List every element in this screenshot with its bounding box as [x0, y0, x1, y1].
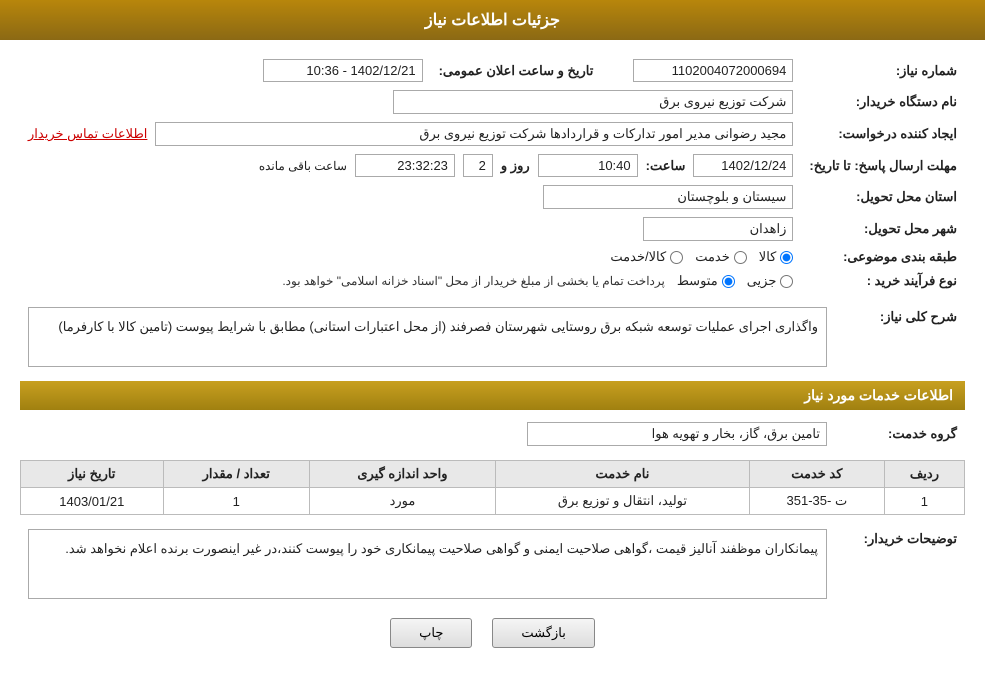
- buyer-name-label: نام دستگاه خریدار:: [801, 86, 965, 118]
- back-button[interactable]: بازگشت: [492, 618, 594, 648]
- category-option-kala-khedmat[interactable]: کالا/خدمت: [610, 249, 683, 265]
- response-time: 10:40: [538, 154, 638, 177]
- response-days: 2: [463, 154, 493, 177]
- services-section-title: اطلاعات خدمات مورد نیاز: [20, 381, 965, 410]
- col-date: تاریخ نیاز: [21, 461, 164, 488]
- response-date: 1402/12/24: [693, 154, 793, 177]
- col-qty: تعداد / مقدار: [163, 461, 309, 488]
- response-day-label: روز و: [501, 158, 530, 174]
- notes-content: پیمانکاران موظفند آنالیز قیمت ،گواهی صلا…: [28, 529, 827, 599]
- description-label: شرح کلی نیاز:: [835, 303, 965, 371]
- need-number-value: 1102004072000694: [633, 59, 793, 82]
- category-label: طبقه بندی موضوعی:: [801, 245, 965, 269]
- process-note: پرداخت تمام یا بخشی از مبلغ خریدار از مح…: [282, 274, 665, 288]
- publish-label: تاریخ و ساعت اعلان عمومی:: [431, 55, 602, 86]
- print-button[interactable]: چاپ: [390, 618, 472, 648]
- response-time-label: ساعت:: [646, 158, 686, 174]
- city-value: زاهدان: [643, 217, 793, 241]
- response-remaining-label: ساعت باقی مانده: [259, 159, 347, 173]
- response-remaining: 23:32:23: [355, 154, 455, 177]
- notes-label: توضیحات خریدار:: [835, 525, 965, 603]
- col-unit: واحد اندازه گیری: [309, 461, 495, 488]
- service-group-label: گروه خدمت:: [835, 418, 965, 450]
- process-label: نوع فرآیند خرید :: [801, 269, 965, 293]
- city-label: شهر محل تحویل:: [801, 213, 965, 245]
- category-option-kala[interactable]: کالا: [759, 249, 794, 265]
- col-name: نام خدمت: [496, 461, 750, 488]
- service-group-value: تامین برق، گاز، بخار و تهویه هوا: [527, 422, 827, 446]
- process-option-jozi[interactable]: جزیی: [747, 273, 794, 289]
- process-option-mutavasset[interactable]: متوسط: [677, 273, 735, 289]
- col-row: ردیف: [884, 461, 964, 488]
- publish-value: 1402/12/21 - 10:36: [263, 59, 423, 82]
- buttons-row: بازگشت چاپ: [20, 618, 965, 648]
- need-number-label: شماره نیاز:: [801, 55, 965, 86]
- buyer-name-value: شرکت توزیع نیروی برق: [393, 90, 793, 114]
- province-value: سیستان و بلوچستان: [543, 185, 793, 209]
- province-label: استان محل تحویل:: [801, 181, 965, 213]
- page-title: جزئیات اطلاعات نیاز: [0, 0, 985, 40]
- col-code: کد خدمت: [749, 461, 884, 488]
- description-content: واگذاری اجرای عملیات توسعه شبکه برق روست…: [28, 307, 827, 367]
- category-option-khedmat[interactable]: خدمت: [695, 249, 747, 265]
- category-radio-group: کالا خدمت کالا/خدمت: [28, 249, 793, 265]
- creator-contact-link[interactable]: اطلاعات تماس خریدار: [28, 126, 147, 142]
- process-radio-group: جزیی متوسط: [677, 273, 794, 289]
- creator-value: مجید رضوانی مدیر امور تدارکات و قرارداده…: [155, 122, 793, 146]
- creator-label: ایجاد کننده درخواست:: [801, 118, 965, 150]
- response-deadline-label: مهلت ارسال پاسخ: تا تاریخ:: [801, 150, 965, 181]
- table-row: 1ت -35-351تولید، انتقال و توزیع برقمورد1…: [21, 488, 965, 515]
- services-table: ردیف کد خدمت نام خدمت واحد اندازه گیری ت…: [20, 460, 965, 515]
